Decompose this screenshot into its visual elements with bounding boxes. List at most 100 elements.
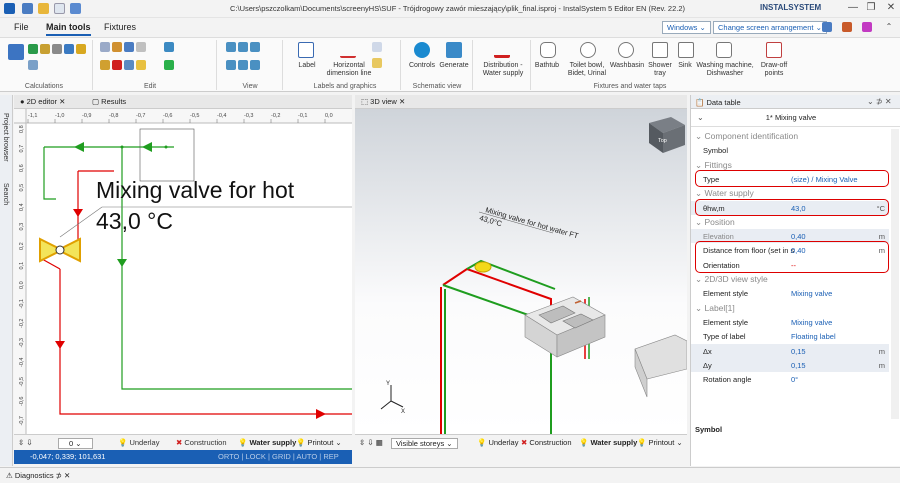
tab-file[interactable]: File bbox=[14, 22, 29, 32]
data-table-section[interactable]: ⌄ Label[1] bbox=[691, 301, 889, 315]
sink-icon[interactable] bbox=[678, 42, 694, 58]
layer-toggle-icon[interactable]: ⇳ ⇩ bbox=[18, 438, 33, 447]
row-value[interactable]: 0,15 bbox=[791, 361, 806, 370]
windows-dropdown[interactable]: Windows ⌄ bbox=[662, 21, 711, 34]
draw-off-points-button[interactable]: Draw-off points bbox=[754, 62, 794, 78]
paste-icon[interactable] bbox=[112, 42, 122, 52]
zoom-all-icon[interactable] bbox=[226, 60, 236, 70]
data-table-section[interactable]: ⌄ Position bbox=[691, 215, 889, 229]
calc-icon-5[interactable] bbox=[76, 44, 86, 54]
zoom-out-icon[interactable] bbox=[238, 42, 248, 52]
tab-3d-view[interactable]: ⬚ 3D view ✕ bbox=[361, 97, 405, 106]
bathtub-icon[interactable] bbox=[540, 42, 556, 58]
washbasin-button[interactable]: Washbasin bbox=[608, 62, 646, 70]
underlay-3d-toggle[interactable]: 💡 Underlay bbox=[477, 438, 518, 447]
help-icon[interactable] bbox=[862, 22, 872, 32]
tab-main-tools[interactable]: Main tools bbox=[46, 22, 91, 36]
toilet-icon[interactable] bbox=[580, 42, 596, 58]
construction-3d-toggle[interactable]: ✖ Construction bbox=[521, 438, 572, 447]
calc-icon-1[interactable] bbox=[28, 44, 38, 54]
generate-icon[interactable] bbox=[446, 42, 462, 58]
underlay-toggle[interactable]: 💡 Underlay bbox=[118, 438, 159, 447]
calc-icon-3[interactable] bbox=[52, 44, 62, 54]
panel-controls-icon[interactable]: ⌄ ⊅ ✕ bbox=[867, 97, 892, 106]
screen-arrangement-dropdown[interactable]: Change screen arrangement ⌄ bbox=[713, 21, 827, 34]
diagnostics-tab[interactable]: ⚠ Diagnostics ⊅ ✕ bbox=[6, 471, 70, 480]
printout-toggle[interactable]: 💡 Printout ⌄ bbox=[296, 438, 342, 447]
image-icon[interactable] bbox=[372, 58, 382, 68]
controls-button[interactable]: Controls bbox=[406, 62, 438, 70]
collapse-ribbon-icon[interactable]: ⌃ bbox=[882, 22, 896, 31]
data-table-row[interactable]: Type of label Floating label bbox=[691, 329, 889, 343]
close-icon[interactable]: ✕ bbox=[884, 2, 898, 13]
pan-icon[interactable] bbox=[238, 60, 248, 70]
data-table-row[interactable]: Rotation angle 0° bbox=[691, 372, 889, 386]
rotate-icon[interactable] bbox=[136, 60, 146, 70]
row-value[interactable]: Mixing valve bbox=[791, 318, 832, 327]
data-table-row[interactable]: Element style Mixing valve bbox=[691, 286, 889, 300]
view-3d-toggle-icons[interactable]: ⇳ ⇩ ▦ bbox=[359, 438, 383, 447]
data-table-section[interactable]: ⌄ Component identification bbox=[691, 129, 889, 143]
shower-tray-button[interactable]: Shower tray bbox=[645, 62, 675, 78]
washing-machine-button[interactable]: Washing machine, Dishwasher bbox=[696, 62, 754, 78]
data-table-row[interactable]: Δx 0,15 m bbox=[691, 343, 889, 358]
layer-select[interactable]: 0 ⌄ bbox=[58, 438, 93, 449]
bathtub-button[interactable]: Bathtub bbox=[530, 62, 564, 70]
move-icon[interactable] bbox=[124, 60, 134, 70]
construction-toggle[interactable]: ✖ Construction bbox=[176, 438, 227, 447]
data-table-row[interactable]: Symbol bbox=[691, 143, 889, 157]
toilet-bowl-button[interactable]: Toilet bowl, Bidet, Urinal bbox=[562, 62, 612, 78]
theme-icon[interactable] bbox=[842, 22, 852, 32]
controls-icon[interactable] bbox=[414, 42, 430, 58]
water-supply-3d-toggle[interactable]: 💡 Water supply bbox=[579, 438, 637, 447]
view-3d-drawing[interactable]: Top Mixing valve for hot water FT 43,0°C… bbox=[355, 109, 687, 434]
properties-icon[interactable] bbox=[164, 42, 174, 52]
printout-3d-toggle[interactable]: 💡 Printout ⌄ bbox=[637, 438, 683, 447]
generate-button[interactable]: Generate bbox=[438, 62, 470, 70]
abc-text-icon[interactable] bbox=[372, 42, 382, 52]
zoom-window-icon[interactable] bbox=[250, 42, 260, 52]
row-value[interactable]: 0° bbox=[791, 375, 798, 384]
water-supply-toggle[interactable]: 💡 Water supply bbox=[238, 438, 296, 447]
label-icon[interactable] bbox=[298, 42, 314, 58]
undo-icon[interactable] bbox=[70, 3, 81, 14]
save-icon[interactable] bbox=[22, 3, 33, 14]
copy-icon[interactable] bbox=[100, 42, 110, 52]
distribution-water-supply-button[interactable]: Distribution - Water supply bbox=[476, 62, 530, 78]
label-button[interactable]: Label bbox=[293, 62, 321, 70]
tab-results[interactable]: ▢ Results bbox=[92, 97, 126, 106]
zoom-in-icon[interactable] bbox=[226, 42, 236, 52]
calc-icon-2[interactable] bbox=[40, 44, 50, 54]
data-table-row[interactable]: Δy 0,15 m bbox=[691, 357, 889, 372]
horizontal-dimension-button[interactable]: Horizontal dimension line bbox=[318, 62, 380, 78]
editor-2d-canvas[interactable]: -1,1 -1,0 -0,9 -0,8 -0,7 -0,6 -0,5 -0,4 -0,3 -0,2… bbox=[14, 109, 352, 434]
data-table-row[interactable]: Element style Mixing valve bbox=[691, 315, 889, 329]
select-icon[interactable] bbox=[124, 42, 134, 52]
minimize-icon[interactable]: — bbox=[846, 2, 860, 13]
calc-icon-4[interactable] bbox=[64, 44, 74, 54]
draw-off-points-icon[interactable] bbox=[766, 42, 782, 58]
row-value[interactable]: Mixing valve bbox=[791, 289, 832, 298]
snap-modes[interactable]: ORTO | LOCK | GRID | AUTO | REP bbox=[218, 452, 339, 461]
tab-2d-editor[interactable]: ● 2D editor ✕ bbox=[20, 97, 65, 106]
washing-machine-icon[interactable] bbox=[716, 42, 732, 58]
sink-button[interactable]: Sink bbox=[674, 62, 696, 70]
row-value[interactable]: 0,15 bbox=[791, 347, 806, 356]
redraw-icon[interactable] bbox=[250, 60, 260, 70]
row-value[interactable]: Floating label bbox=[791, 332, 836, 341]
calculations-icon[interactable] bbox=[8, 44, 24, 60]
data-table-scrollbar[interactable] bbox=[891, 129, 899, 419]
project-browser-tab[interactable]: Project browser bbox=[2, 113, 9, 162]
check-icon[interactable] bbox=[164, 60, 174, 70]
tab-fixtures[interactable]: Fixtures bbox=[104, 22, 136, 32]
calc-icon-6[interactable] bbox=[28, 60, 38, 70]
row-value[interactable]: 0,40 bbox=[791, 232, 806, 241]
horizontal-dimension-icon[interactable] bbox=[340, 42, 356, 58]
new-file-icon[interactable] bbox=[54, 3, 65, 14]
shower-tray-icon[interactable] bbox=[652, 42, 668, 58]
delete-icon[interactable] bbox=[112, 60, 122, 70]
visible-storeys-select[interactable]: Visible storeys ⌄ bbox=[391, 438, 458, 449]
search-tab[interactable]: Search bbox=[2, 183, 9, 205]
view-3d-canvas[interactable]: Top Mixing valve for hot water FT 43,0°C… bbox=[355, 109, 687, 434]
open-folder-icon[interactable] bbox=[38, 3, 49, 14]
